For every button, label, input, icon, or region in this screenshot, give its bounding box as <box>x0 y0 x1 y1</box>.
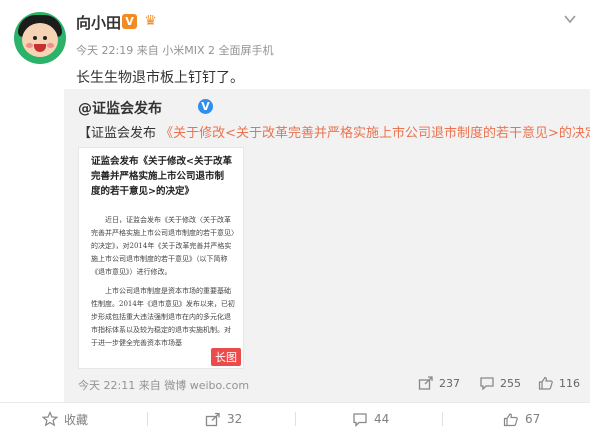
avatar-eye-right <box>43 36 47 40</box>
favorite-button[interactable]: 收藏 <box>42 403 88 434</box>
repost-share-count: 237 <box>439 376 460 390</box>
like-button[interactable]: 67 <box>503 403 540 434</box>
action-bar: 收藏 32 44 67 <box>0 402 590 434</box>
like-count: 67 <box>525 412 541 426</box>
favorite-label: 收藏 <box>64 412 89 427</box>
divider <box>147 412 148 426</box>
repost-like-count: 116 <box>559 376 580 390</box>
post-meta: 今天 22:19 来自 小米MIX 2 全面屏手机 <box>76 42 273 58</box>
share-icon <box>205 412 220 426</box>
source-prefix: 来自 <box>136 44 159 57</box>
doc-paragraph: 上市公司退市制度是资本市场的重要基础性制度。2014年《退市意见》发布以来，已初… <box>91 287 235 347</box>
repost-share-button[interactable]: 237 <box>418 376 460 390</box>
doc-title: 证监会发布《关于修改<关于改革完善并严格实施上市公司退市制度的若干意见>的决定》 <box>91 156 232 197</box>
repost-verified-icon: V <box>198 99 213 114</box>
repost-meta: 今天 22:11 来自 微博 weibo.com <box>78 377 249 393</box>
repost-panel[interactable]: @证监会发布 V 【证监会发布 《关于修改<关于改革完善并严格实施上市公司退市制… <box>64 89 590 402</box>
share-count: 32 <box>227 412 243 426</box>
repost-source-prefix: 来自 <box>138 379 161 392</box>
verified-badge-icon: V <box>122 14 137 29</box>
share-icon <box>418 376 433 390</box>
comment-icon <box>353 412 367 427</box>
repost-like-button[interactable]: 116 <box>538 376 580 390</box>
avatar-eye-left <box>33 36 37 40</box>
post-text: 长生生物退市板上钉钉了。 <box>76 70 244 86</box>
document-image[interactable]: 证监会发布《关于修改<关于改革完善并严格实施上市公司退市制度的若干意见>的决定》… <box>78 147 244 369</box>
repost-text-prefix: 【证监会发布 <box>78 126 161 141</box>
post-source[interactable]: 小米MIX 2 全面屏手机 <box>162 44 273 57</box>
thumbs-up-icon <box>538 376 553 390</box>
repost-time[interactable]: 今天 22:11 <box>78 379 135 392</box>
post-time[interactable]: 今天 22:19 <box>76 44 133 57</box>
repost-comment-button[interactable]: 255 <box>479 376 521 390</box>
repost-author[interactable]: @证监会发布 <box>78 98 162 118</box>
weibo-card: 向小田 V ♛ 今天 22:19 来自 小米MIX 2 全面屏手机 长生生物退市… <box>0 0 590 434</box>
doc-body: 近日，证监会发布《关于修改〈关于改革完善并严格实施上市公司退市制度的若干意见〉的… <box>91 214 235 356</box>
comment-button[interactable]: 44 <box>352 403 389 434</box>
divider <box>442 412 443 426</box>
long-image-badge: 长图 <box>211 348 241 366</box>
thumbs-up-icon <box>503 412 518 426</box>
comment-count: 44 <box>374 412 390 426</box>
divider <box>295 412 296 426</box>
repost-comment-count: 255 <box>500 376 521 390</box>
avatar-cheek-left <box>26 43 33 48</box>
avatar-cheek-right <box>47 43 54 48</box>
chevron-down-icon[interactable] <box>563 12 577 26</box>
repost-link[interactable]: 《关于修改<关于改革完善并严格实施上市公司退市制度的若干意见>的决定》 <box>160 126 590 141</box>
user-avatar[interactable] <box>14 12 66 64</box>
repost-text: 【证监会发布 《关于修改<关于改革完善并严格实施上市公司退市制度的若干意见>的决… <box>78 122 590 141</box>
share-button[interactable]: 32 <box>205 403 242 434</box>
star-icon <box>42 411 58 427</box>
username[interactable]: 向小田 <box>76 12 121 33</box>
comment-icon <box>480 377 494 390</box>
member-crown-icon: ♛ <box>144 13 157 29</box>
repost-source[interactable]: 微博 weibo.com <box>164 379 249 392</box>
doc-paragraph: 近日，证监会发布《关于修改〈关于改革完善并严格实施上市公司退市制度的若干意见〉的… <box>91 216 235 276</box>
